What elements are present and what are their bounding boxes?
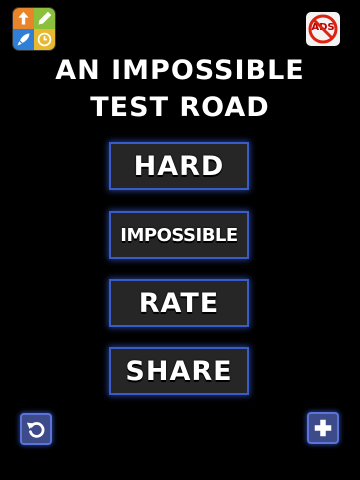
impossible-button[interactable]: IMPOSSIBLE — [109, 211, 249, 259]
pencil-icon — [34, 8, 55, 29]
rate-button[interactable]: RATE — [109, 279, 249, 327]
share-button-label: SHARE — [125, 355, 233, 387]
impossible-button-label: IMPOSSIBLE — [120, 224, 238, 246]
more-button[interactable] — [307, 412, 339, 444]
remove-ads-button[interactable]: ADS — [306, 12, 340, 46]
clock-icon — [34, 29, 55, 50]
rate-button-label: RATE — [138, 287, 220, 319]
title-line-1: AN IMPOSSIBLE — [55, 55, 305, 86]
hard-button[interactable]: HARD — [109, 142, 249, 190]
plus-icon — [314, 419, 332, 437]
arrow-up-icon — [13, 8, 34, 29]
rocket-icon — [13, 29, 34, 50]
more-apps-icon[interactable] — [13, 8, 55, 50]
title-line-2: TEST ROAD — [90, 92, 270, 123]
back-arrow-icon — [26, 422, 45, 438]
no-ads-icon — [308, 14, 338, 44]
back-button[interactable] — [20, 413, 52, 445]
hard-button-label: HARD — [133, 150, 225, 182]
share-button[interactable]: SHARE — [109, 347, 249, 395]
game-title: AN IMPOSSIBLE TEST ROAD — [0, 52, 360, 126]
